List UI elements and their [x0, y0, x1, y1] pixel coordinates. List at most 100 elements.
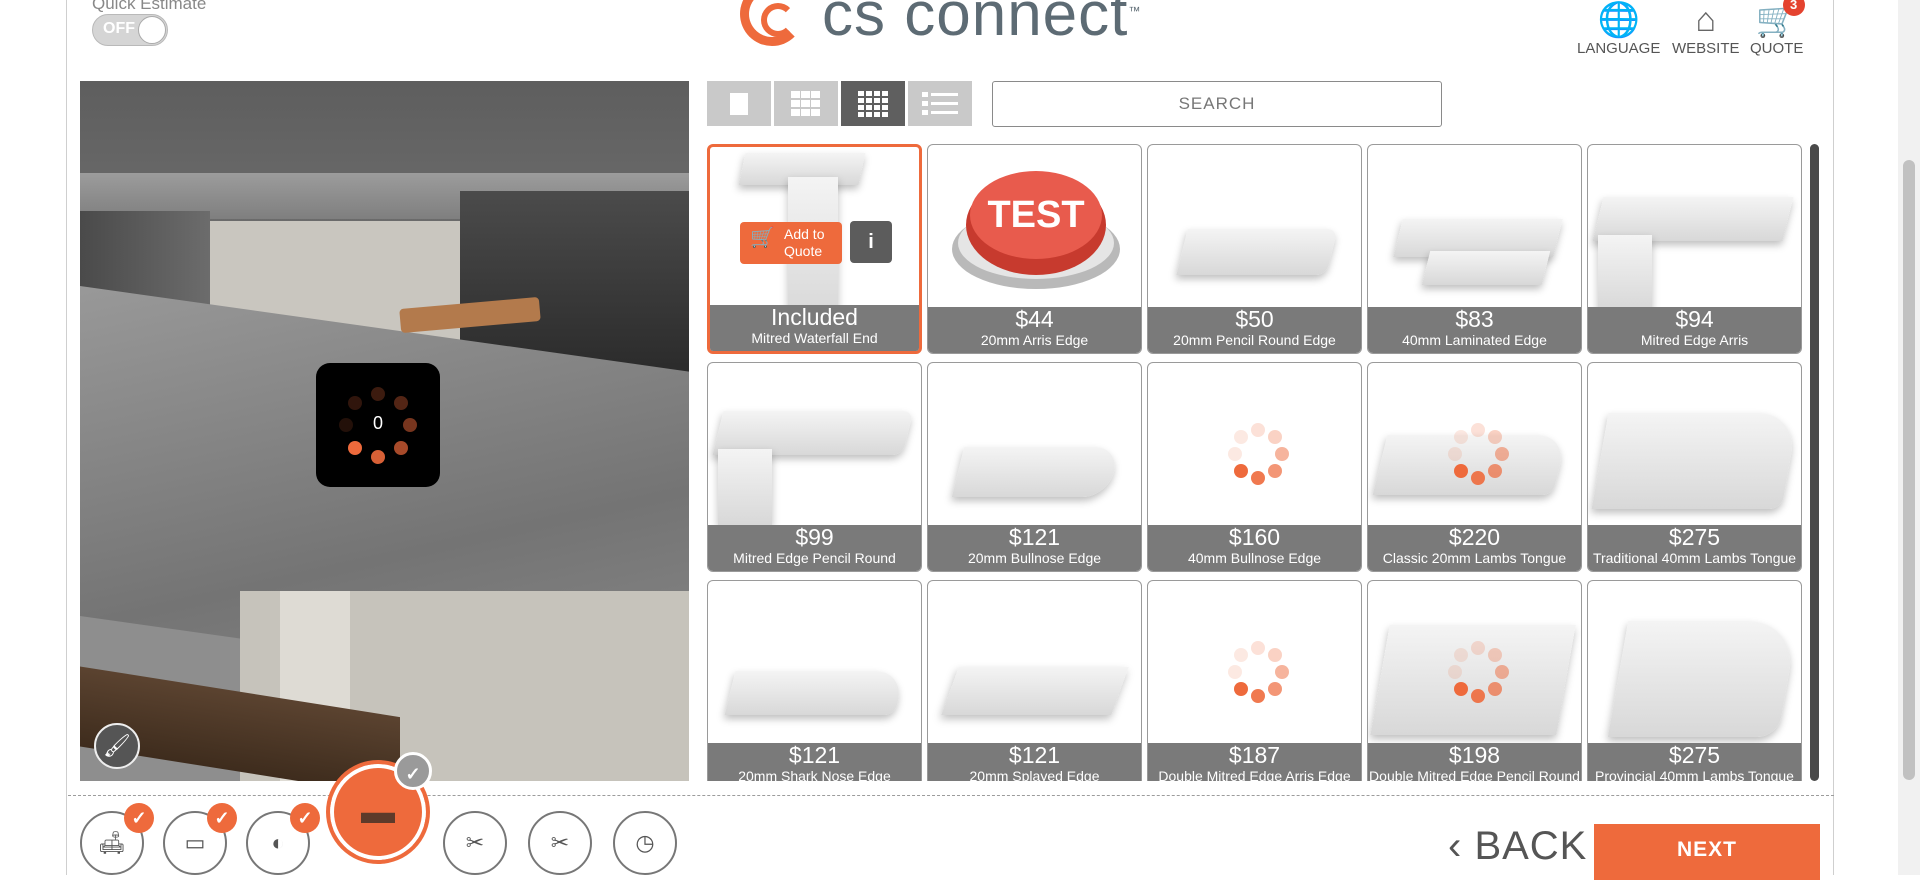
edge-image	[708, 363, 921, 525]
edge-tile[interactable]: $220 Classic 20mm Lambs Tongue	[1367, 362, 1582, 572]
edge-tile[interactable]: $83 40mm Laminated Edge	[1367, 144, 1582, 354]
spinner-dot	[1275, 665, 1289, 679]
edge-tile[interactable]: $275 Provincial 40mm Lambs Tongue	[1587, 580, 1802, 781]
edge-tile-loading[interactable]: $187 Double Mitred Edge Arris Edge	[1147, 580, 1362, 781]
cart-icon: 🛒 3	[1755, 0, 1805, 40]
spinner-dot	[1471, 689, 1485, 703]
language-button[interactable]: 🌐 LANGUAGE	[1577, 0, 1660, 57]
spinner-dot	[1448, 665, 1462, 679]
spinner-dot	[1234, 682, 1248, 696]
grid-2-view-icon	[791, 90, 820, 116]
list-view-button[interactable]	[908, 81, 972, 126]
check-icon: ✓	[207, 803, 237, 833]
spinner-dot	[1495, 665, 1509, 679]
edge-price: $275	[1668, 742, 1721, 768]
edge-image	[1588, 145, 1801, 311]
edge-tile-loading[interactable]: $160 40mm Bullnose Edge	[1147, 362, 1362, 572]
spinner-dot	[1268, 682, 1282, 696]
clock-icon: ◷	[635, 830, 655, 855]
edge-name: Double Mitred Edge Arris Edge	[1158, 768, 1351, 781]
quick-estimate-state: OFF	[103, 20, 135, 37]
spinner-dot	[1488, 464, 1502, 478]
edge-caption: Included Mitred Waterfall End	[710, 305, 919, 351]
edge-profile-icon: ▬	[361, 793, 395, 831]
slab	[724, 671, 906, 715]
website-button[interactable]: ⌂ WEBSITE	[1672, 0, 1740, 57]
edge-price: Included	[771, 304, 858, 330]
info-button[interactable]: i	[850, 221, 892, 263]
spinner-dot	[1454, 648, 1468, 662]
step-material-button[interactable]: ▭ ✓	[163, 803, 237, 875]
edge-tile[interactable]: $121 20mm Shark Nose Edge	[707, 580, 922, 781]
edge-caption: $94 Mitred Edge Arris	[1588, 307, 1801, 353]
spinner-dot	[1488, 430, 1502, 444]
view-mode-selector	[707, 81, 972, 126]
quick-estimate-toggle[interactable]: OFF	[92, 14, 168, 46]
kitchen-preview[interactable]: 0 🖌	[80, 81, 689, 781]
logo-trademark: ™	[1128, 4, 1141, 18]
edge-tile[interactable]: $50 20mm Pencil Round Edge	[1147, 144, 1362, 354]
edge-price: $44	[1015, 306, 1054, 332]
cut-template-icon: ✂	[550, 830, 570, 855]
step-cutouts-button[interactable]: ✂	[443, 811, 507, 875]
edge-name: 20mm Arris Edge	[980, 332, 1089, 348]
edge-tile[interactable]: $99 Mitred Edge Pencil Round	[707, 362, 922, 572]
edge-tile-selected[interactable]: 🛒 Add to Quote i Included Mitred Waterfal…	[707, 144, 922, 354]
edge-tile[interactable]: $198 Double Mitred Edge Pencil Round	[1367, 580, 1582, 781]
step-edge-button[interactable]: ▬ ✓	[326, 752, 432, 864]
edge-caption: $121 20mm Bullnose Edge	[928, 525, 1141, 571]
slab	[1591, 413, 1799, 509]
step-splashback-button[interactable]: ✂	[528, 811, 592, 875]
edge-tile[interactable]: TEST $44 20mm Arris Edge	[927, 144, 1142, 354]
spinner-dot	[1228, 447, 1242, 461]
loading-spinner-icon	[1448, 641, 1509, 703]
single-view-icon	[730, 92, 748, 115]
edge-price: $198	[1448, 742, 1501, 768]
edge-profile-grid: 🛒 Add to Quote i Included Mitred Waterfal…	[707, 144, 1802, 781]
edge-tile[interactable]: $275 Traditional 40mm Lambs Tongue	[1587, 362, 1802, 572]
grid-scrollbar[interactable]	[1810, 144, 1819, 781]
edge-caption: $50 20mm Pencil Round Edge	[1148, 307, 1361, 353]
grid-3-view-button[interactable]	[841, 81, 905, 126]
loading-spinner-icon	[1228, 641, 1289, 703]
step-summary-button[interactable]: ◷	[613, 811, 677, 875]
single-view-button[interactable]	[707, 81, 771, 126]
edge-caption: $44 20mm Arris Edge	[928, 307, 1141, 353]
spinner-dot	[1471, 471, 1485, 485]
step-finish-button[interactable]: ◐ ✓	[246, 803, 320, 875]
edge-caption: $275 Provincial 40mm Lambs Tongue	[1588, 743, 1801, 781]
edge-image	[1588, 581, 1801, 741]
next-button[interactable]: NEXT	[1594, 824, 1820, 880]
page-scrollbar[interactable]	[1898, 0, 1920, 875]
back-button[interactable]: ‹ BACK	[1448, 824, 1587, 869]
quote-button[interactable]: 🛒 3 QUOTE	[1750, 0, 1805, 57]
edge-tile[interactable]: $94 Mitred Edge Arris	[1587, 144, 1802, 354]
grid-2-view-button[interactable]	[774, 81, 838, 126]
edge-name: Double Mitred Edge Pencil Round	[1369, 768, 1580, 781]
add-to-quote-label: Add to Quote	[784, 226, 825, 259]
edge-tile[interactable]: $121 20mm Bullnose Edge	[927, 362, 1142, 572]
globe-icon: 🌐	[1597, 1, 1640, 39]
quote-count-badge: 3	[1782, 0, 1805, 16]
slab	[951, 447, 1121, 497]
paint-brush-button[interactable]: 🖌	[94, 723, 140, 769]
test-button-label: TEST	[987, 194, 1084, 236]
cs-connect-logo[interactable]: cs connect ™	[740, 0, 1140, 54]
spinner-dot	[1488, 648, 1502, 662]
edge-image	[1368, 581, 1581, 741]
edge-name: 20mm Shark Nose Edge	[738, 768, 891, 781]
spinner-dot	[1471, 641, 1485, 655]
edge-price: $187	[1228, 742, 1281, 768]
search-input[interactable]: SEARCH	[992, 81, 1442, 127]
add-to-quote-button[interactable]: 🛒 Add to Quote	[740, 222, 842, 264]
edge-price: $220	[1448, 524, 1501, 550]
preview-loading-indicator: 0	[316, 363, 440, 487]
spinner-dot	[394, 441, 408, 455]
edge-tile[interactable]: $121 20mm Splayed Edge	[927, 580, 1142, 781]
edge-name: 40mm Bullnose Edge	[1187, 550, 1322, 566]
page-scrollbar-thumb[interactable]	[1903, 160, 1915, 780]
spinner-dot	[1448, 447, 1462, 461]
spinner-dot	[1251, 471, 1265, 485]
step-room-button[interactable]: 🛋 ✓	[80, 803, 154, 875]
spinner-dot	[1454, 682, 1468, 696]
